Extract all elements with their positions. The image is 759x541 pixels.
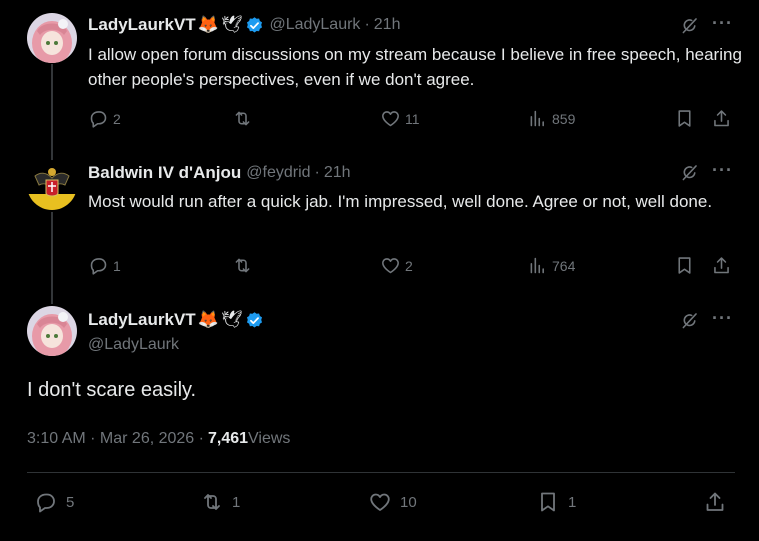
- thread-line: [51, 64, 53, 162]
- avatar[interactable]: [27, 13, 77, 63]
- handle[interactable]: @LadyLaurk: [269, 16, 360, 34]
- reply-button[interactable]: 5: [34, 490, 74, 514]
- like-count: 10: [400, 493, 417, 511]
- fox-emoji: 🦊: [197, 15, 219, 34]
- share-icon: [703, 490, 727, 514]
- share-icon: [711, 255, 732, 276]
- repost-count: 1: [232, 493, 241, 511]
- timestamp[interactable]: 21h: [374, 16, 401, 34]
- view-count: 764: [552, 257, 576, 274]
- reply-icon: [88, 255, 109, 276]
- thread-line: [51, 212, 53, 304]
- more-icon[interactable]: ···: [712, 308, 733, 329]
- repost-icon: [232, 255, 253, 276]
- fox-emoji: 🦊: [197, 310, 219, 329]
- dove-emoji: 🕊: [220, 15, 243, 34]
- display-name[interactable]: LadyLaurkVT: [88, 310, 196, 330]
- like-button[interactable]: 10: [368, 490, 417, 514]
- repost-icon: [232, 108, 253, 129]
- avatar[interactable]: [27, 160, 77, 210]
- bookmark-icon: [536, 490, 560, 514]
- share-button[interactable]: [711, 108, 732, 129]
- verified-badge-icon: [247, 16, 263, 33]
- reply-count: 2: [113, 110, 121, 127]
- separator: ·: [364, 16, 370, 33]
- handle[interactable]: @feydrid: [246, 164, 310, 182]
- avatar[interactable]: [27, 306, 77, 356]
- repost-button[interactable]: 1: [200, 490, 240, 514]
- separator: ·: [314, 164, 320, 181]
- main-view-count: 7,461: [207, 430, 249, 447]
- views-label: Views: [248, 430, 291, 447]
- like-icon: [380, 255, 401, 276]
- repost-icon: [200, 490, 224, 514]
- bookmark-button[interactable]: [674, 255, 695, 276]
- views-icon: [527, 108, 548, 129]
- bookmark-button[interactable]: [674, 108, 695, 129]
- like-button[interactable]: 2: [380, 255, 413, 276]
- bookmark-button[interactable]: 1: [536, 490, 576, 514]
- share-button[interactable]: [703, 490, 727, 514]
- reply-count: 1: [113, 257, 121, 274]
- reply-button[interactable]: 1: [88, 255, 121, 276]
- views-button[interactable]: 764: [527, 255, 575, 276]
- view-count: 859: [552, 110, 576, 127]
- reply-button[interactable]: 2: [88, 108, 121, 129]
- more-icon[interactable]: ···: [712, 13, 733, 34]
- like-icon: [380, 108, 401, 129]
- reply-icon: [88, 108, 109, 129]
- repost-button[interactable]: [232, 255, 257, 276]
- display-name[interactable]: LadyLaurkVT: [88, 15, 196, 35]
- views-button[interactable]: 859: [527, 108, 575, 129]
- display-name[interactable]: Baldwin IV d'Anjou: [88, 163, 241, 183]
- verified-badge-icon: [247, 311, 263, 328]
- like-count: 2: [405, 257, 413, 274]
- timestamp[interactable]: 21h: [324, 164, 351, 182]
- bookmark-icon: [674, 255, 695, 276]
- reply-icon: [34, 490, 58, 514]
- views-icon: [527, 255, 548, 276]
- dove-emoji: 🕊: [220, 310, 243, 329]
- like-icon: [368, 490, 392, 514]
- repost-button[interactable]: [232, 108, 257, 129]
- more-icon[interactable]: ···: [712, 160, 733, 181]
- tweet-text: I allow open forum discussions on my str…: [88, 45, 742, 89]
- bookmark-icon: [674, 108, 695, 129]
- grok-icon[interactable]: [679, 310, 700, 336]
- like-count: 11: [405, 110, 420, 127]
- handle[interactable]: @LadyLaurk: [88, 336, 179, 354]
- grok-icon[interactable]: [679, 15, 700, 41]
- bookmark-count: 1: [568, 493, 577, 511]
- divider: [27, 472, 735, 473]
- grok-icon[interactable]: [679, 162, 700, 188]
- main-timestamp[interactable]: 3:10 AM · Mar 26, 2026 ·: [27, 430, 204, 448]
- reply-count: 5: [66, 493, 75, 511]
- like-button[interactable]: 11: [380, 108, 420, 129]
- share-icon: [711, 108, 732, 129]
- main-tweet-text: I don't scare easily.: [27, 379, 197, 401]
- tweet-text: Most would run after a quick jab. I'm im…: [88, 192, 713, 211]
- share-button[interactable]: [711, 255, 732, 276]
